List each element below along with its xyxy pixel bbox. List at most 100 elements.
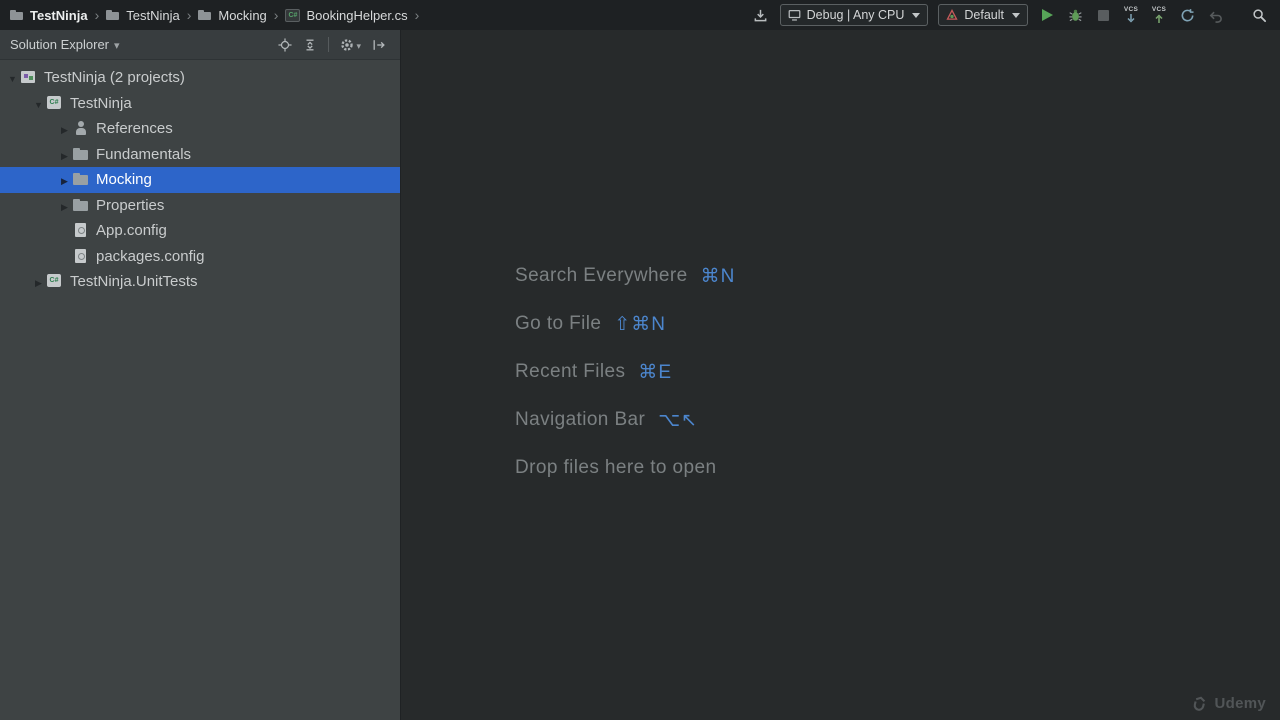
- solution-explorer-header: Solution Explorer: [0, 30, 400, 60]
- expand-arrow-icon[interactable]: [56, 146, 73, 163]
- config-file-icon: [73, 223, 90, 238]
- chevron-down-icon: [912, 12, 921, 18]
- udemy-logo-icon: [1190, 693, 1211, 714]
- stop-icon: [1097, 9, 1109, 21]
- solution-icon: [21, 70, 38, 85]
- shortcut-row: Recent Files ⌘E: [515, 348, 735, 396]
- tree-item-testninja-project[interactable]: TestNinja: [0, 91, 400, 117]
- chevron-right-icon: ›: [273, 7, 279, 23]
- arrow-down-icon: [1127, 14, 1135, 23]
- refresh-button[interactable]: [1178, 6, 1196, 24]
- shortcut-keys: ⌘N: [700, 265, 736, 287]
- breadcrumb-item-folder[interactable]: Mocking: [198, 7, 267, 23]
- tree-item-testninja-solution[interactable]: TestNinja (2 projects): [0, 65, 400, 91]
- shortcut-label: Search Everywhere: [515, 265, 688, 286]
- breadcrumb-label: Mocking: [218, 7, 267, 23]
- tree-item-packages-config[interactable]: packages.config: [0, 244, 400, 270]
- folder-icon: [73, 198, 90, 213]
- breadcrumb-label: TestNinja: [30, 7, 88, 23]
- profile-dropdown[interactable]: Default: [938, 4, 1028, 26]
- search-button[interactable]: [1250, 6, 1268, 24]
- tree-item-label: TestNinja.UnitTests: [70, 273, 198, 291]
- tree-item-testninja-unittests[interactable]: TestNinja.UnitTests: [0, 269, 400, 295]
- expand-arrow-icon[interactable]: [30, 273, 47, 290]
- shortcut-keys: ⌘E: [638, 361, 673, 383]
- crosshair-icon: [278, 37, 293, 52]
- stop-button[interactable]: [1094, 6, 1112, 24]
- panel-title: Solution Explorer: [10, 37, 109, 52]
- tree-item-label: packages.config: [96, 247, 205, 265]
- hide-panel-icon: [373, 39, 385, 50]
- run-button[interactable]: [1038, 6, 1056, 24]
- csharp-file-icon: [285, 8, 301, 22]
- references-icon: [73, 121, 90, 136]
- folder-icon: [10, 9, 24, 21]
- play-icon: [1041, 9, 1053, 21]
- solution-tree: TestNinja (2 projects) TestNinja Referen…: [0, 60, 400, 295]
- shortcut-label: Recent Files: [515, 361, 626, 382]
- download-icon[interactable]: [752, 6, 770, 24]
- tree-item-label: TestNinja: [70, 94, 132, 112]
- shortcut-label: Navigation Bar: [515, 409, 646, 430]
- tree-item-app-config[interactable]: App.config: [0, 218, 400, 244]
- csharp-project-icon: [47, 274, 64, 289]
- config-file-icon: [73, 248, 90, 264]
- arrow-up-icon: [1155, 14, 1163, 24]
- udemy-watermark: Udemy: [1191, 695, 1266, 712]
- vcs-commit-button[interactable]: VCS: [1150, 6, 1168, 24]
- collapse-arrow-icon[interactable]: [4, 69, 21, 86]
- tree-item-properties[interactable]: Properties: [0, 193, 400, 219]
- breadcrumb-item-solution[interactable]: TestNinja: [10, 8, 88, 23]
- search-icon: [1252, 8, 1266, 22]
- toolbar-right: Debug | Any CPU Default VCS VCS: [752, 4, 1268, 26]
- titlebar: TestNinja › TestNinja › Mocking › Bookin…: [0, 0, 1280, 30]
- gear-icon: [341, 38, 354, 51]
- collapse-all-icon: [306, 39, 314, 50]
- tree-item-label: Mocking: [96, 171, 152, 189]
- folder-icon: [73, 172, 90, 187]
- editor-area[interactable]: Search Everywhere ⌘N Go to File ⇧⌘N Rece…: [401, 30, 1280, 720]
- collapse-all-button[interactable]: [303, 38, 317, 52]
- shortcut-row: Go to File ⇧⌘N: [515, 300, 735, 348]
- undo-icon: [1209, 11, 1222, 23]
- profile-label: Default: [964, 8, 1004, 22]
- tree-item-mocking[interactable]: Mocking: [0, 167, 400, 193]
- chevron-down-icon: [1012, 12, 1020, 18]
- tree-item-references[interactable]: References: [0, 116, 400, 142]
- vcs-label: VCS: [1123, 5, 1139, 13]
- vcs-update-button[interactable]: VCS: [1122, 6, 1140, 24]
- tree-item-label: Fundamentals: [96, 145, 192, 163]
- folder-icon: [106, 9, 120, 21]
- folder-icon: [73, 147, 90, 162]
- profile-icon: [946, 9, 959, 20]
- hide-panel-button[interactable]: [372, 38, 386, 52]
- breadcrumb-item-file[interactable]: BookingHelper.cs: [285, 8, 408, 23]
- solution-explorer-panel: Solution Explorer ▾ ▾ ▼ TestNinja (2 pro…: [0, 30, 401, 720]
- panel-options-button[interactable]: [340, 37, 361, 52]
- tree-item-label: Properties: [96, 196, 165, 214]
- tree-item-label: TestNinja (2 projects): [44, 69, 185, 87]
- tree-item-label: App.config: [96, 222, 167, 240]
- undo-button[interactable]: [1206, 6, 1224, 24]
- shortcut-row: Drop files here to open: [515, 444, 735, 492]
- breadcrumb-item-project[interactable]: TestNinja: [106, 8, 180, 23]
- shortcut-keys: ⇧⌘N: [614, 313, 667, 335]
- locate-file-button[interactable]: [278, 37, 293, 52]
- tree-item-fundamentals[interactable]: Fundamentals: [0, 142, 400, 168]
- collapse-arrow-icon[interactable]: [30, 95, 47, 112]
- run-config-label: Debug | Any CPU: [806, 8, 905, 22]
- divider: [328, 37, 330, 52]
- shortcut-label: Go to File: [515, 313, 602, 334]
- debug-button[interactable]: [1066, 6, 1084, 24]
- expand-arrow-icon[interactable]: [56, 120, 73, 137]
- refresh-icon: [1181, 8, 1193, 21]
- chevron-down-icon[interactable]: [109, 37, 120, 52]
- expand-arrow-icon[interactable]: [56, 197, 73, 214]
- shortcut-row: Navigation Bar ⌥↖: [515, 396, 735, 444]
- chevron-right-icon: ›: [414, 7, 420, 23]
- expand-arrow-icon[interactable]: [56, 171, 73, 188]
- chevron-right-icon: ›: [94, 7, 100, 23]
- run-config-dropdown[interactable]: Debug | Any CPU: [779, 4, 929, 26]
- chevron-right-icon: ›: [186, 7, 192, 23]
- vcs-label: VCS: [1151, 5, 1167, 13]
